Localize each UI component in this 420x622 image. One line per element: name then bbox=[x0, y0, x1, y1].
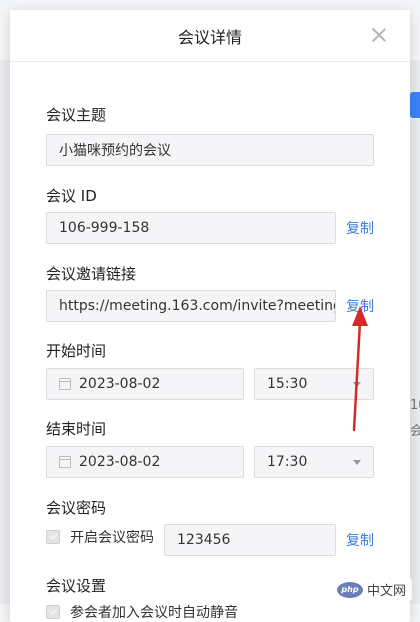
copy-invite-link-button[interactable]: 复制 bbox=[346, 296, 374, 316]
invite-link-value: https://meeting.163.com/invite?meeting bbox=[59, 298, 336, 314]
close-icon[interactable] bbox=[368, 24, 390, 46]
site-watermark: php 中文网 bbox=[330, 578, 412, 601]
background-text-fragment: 会 bbox=[410, 424, 420, 439]
start-time-label: 开始时间 bbox=[46, 342, 107, 360]
password-field: 123456 bbox=[164, 524, 336, 556]
background-blue-tab bbox=[410, 92, 420, 118]
php-logo-icon: php bbox=[336, 581, 363, 598]
meeting-id-label: 会议 ID bbox=[46, 187, 97, 205]
password-label: 会议密码 bbox=[46, 499, 107, 517]
enable-password-label: 开启会议密码 bbox=[70, 530, 154, 546]
dialog-title: 会议详情 bbox=[177, 27, 242, 47]
chevron-down-icon bbox=[353, 381, 361, 387]
background-text-fragment: 10 bbox=[410, 398, 420, 413]
enable-password-checkbox[interactable] bbox=[46, 530, 60, 544]
start-time-value: 15:30 bbox=[267, 376, 308, 392]
watermark-text: 中文网 bbox=[366, 584, 406, 599]
end-time-value: 17:30 bbox=[267, 454, 308, 470]
password-value: 123456 bbox=[177, 532, 231, 548]
auto-mute-checkbox[interactable] bbox=[46, 605, 60, 619]
chevron-down-icon bbox=[353, 459, 361, 465]
end-time-label: 结束时间 bbox=[46, 420, 107, 438]
end-date-picker[interactable]: 2023-08-02 bbox=[46, 446, 244, 478]
end-date-value: 2023-08-02 bbox=[79, 454, 161, 470]
dialog-header: 会议详情 bbox=[10, 10, 410, 62]
copy-meeting-id-button[interactable]: 复制 bbox=[346, 218, 374, 238]
copy-password-button[interactable]: 复制 bbox=[346, 530, 374, 550]
start-date-value: 2023-08-02 bbox=[79, 376, 161, 392]
settings-label: 会议设置 bbox=[46, 577, 107, 595]
topic-field: 小猫咪预约的会议 bbox=[46, 134, 374, 166]
meeting-id-field: 106-999-158 bbox=[46, 212, 336, 244]
topic-label: 会议主题 bbox=[46, 106, 107, 124]
calendar-icon bbox=[59, 456, 71, 468]
meeting-details-dialog: 会议详情 会议主题 小猫咪预约的会议 会议 ID 106-999-158 复制 … bbox=[10, 10, 410, 622]
topic-value: 小猫咪预约的会议 bbox=[59, 143, 171, 159]
start-time-select[interactable]: 15:30 bbox=[254, 368, 374, 400]
start-date-picker[interactable]: 2023-08-02 bbox=[46, 368, 244, 400]
calendar-icon bbox=[59, 378, 71, 390]
end-time-select[interactable]: 17:30 bbox=[254, 446, 374, 478]
invite-link-field: https://meeting.163.com/invite?meeting bbox=[46, 290, 336, 322]
invite-link-label: 会议邀请链接 bbox=[46, 265, 137, 283]
auto-mute-label: 参会者加入会议时自动静音 bbox=[70, 605, 238, 621]
meeting-id-value: 106-999-158 bbox=[59, 220, 150, 236]
